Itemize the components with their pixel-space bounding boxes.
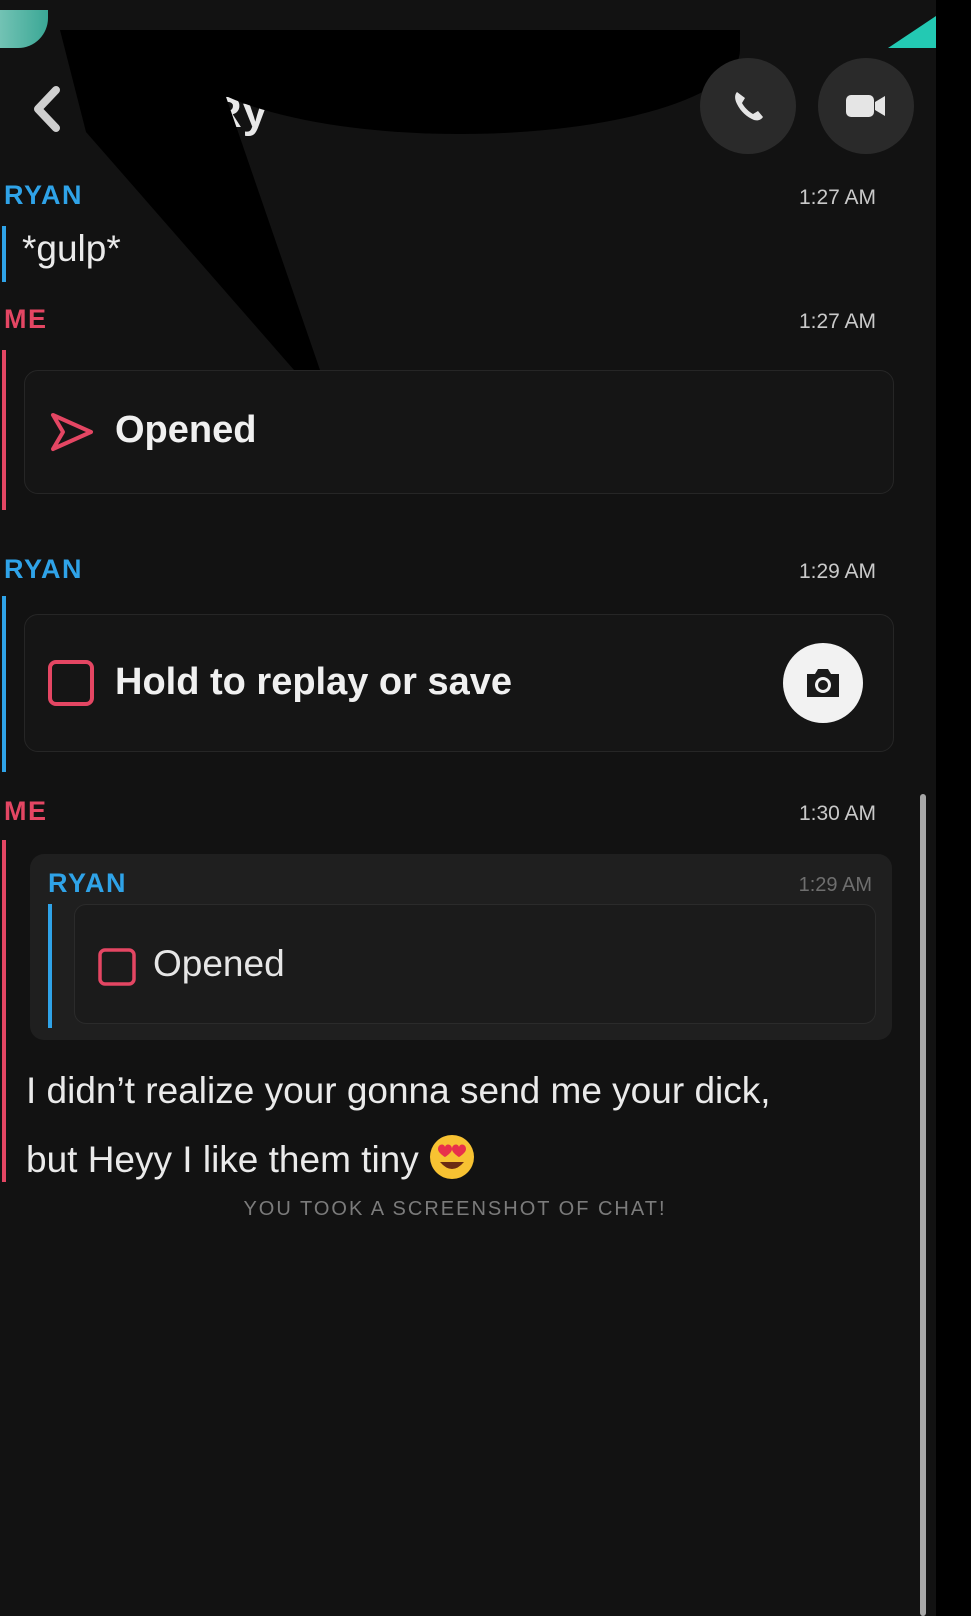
message-bar — [2, 840, 6, 1182]
snap-square-icon — [48, 660, 94, 706]
snap-card-opened[interactable]: Opened — [24, 370, 894, 494]
snap-status: Hold to replay or save — [115, 661, 513, 703]
quoted-message[interactable]: RYAN 1:29 AM Opened — [30, 854, 892, 1040]
phone-icon — [735, 92, 763, 121]
scrollbar[interactable] — [920, 794, 926, 1616]
message-text-line2: but Heyy I like them tiny — [26, 1139, 419, 1180]
message-time: 1:29 AM — [798, 560, 876, 583]
camera-icon — [807, 669, 839, 697]
sent-arrow-icon — [51, 413, 93, 451]
heart-eyes-emoji — [429, 1135, 474, 1179]
sender-label: RYAN — [4, 180, 84, 210]
video-call-button[interactable] — [818, 58, 914, 154]
quote-snap-card: Opened — [74, 904, 876, 1024]
message-time: 1:27 AM — [798, 310, 876, 333]
video-camera-icon — [846, 95, 885, 117]
message-text: *gulp* — [22, 228, 121, 269]
quote-bar — [48, 904, 52, 1028]
message-bar — [2, 226, 6, 282]
message-time: 1:27 AM — [798, 186, 876, 209]
chat-screen: Ry RYAN 1:27 AM *gulp* ME 1:27 AM Opened… — [0, 0, 936, 1616]
message-bar — [2, 350, 6, 510]
status-bar-accent-right — [888, 16, 936, 48]
message-time: 1:30 AM — [798, 802, 876, 825]
quote-time: 1:29 AM — [798, 874, 872, 896]
snap-square-icon — [98, 948, 136, 986]
chevron-left-icon[interactable] — [28, 84, 64, 134]
snap-status: Opened — [115, 409, 257, 451]
sender-label: ME — [4, 796, 48, 826]
screenshot-notice: YOU TOOK A SCREENSHOT OF CHAT! — [243, 1198, 667, 1220]
sender-label: ME — [4, 304, 48, 334]
snap-card-replay[interactable]: Hold to replay or save — [24, 614, 894, 752]
quote-status: Opened — [153, 943, 285, 984]
message-text-line2-wrap: but Heyy I like them tiny — [26, 1134, 475, 1181]
message-text-line1: I didn’t realize your gonna send me your… — [26, 1070, 771, 1111]
status-bar-accent — [0, 10, 48, 48]
sender-label: RYAN — [4, 554, 84, 584]
call-button[interactable] — [700, 58, 796, 154]
camera-button[interactable] — [783, 643, 863, 723]
message-bar — [2, 596, 6, 772]
quote-sender: RYAN — [48, 868, 128, 898]
